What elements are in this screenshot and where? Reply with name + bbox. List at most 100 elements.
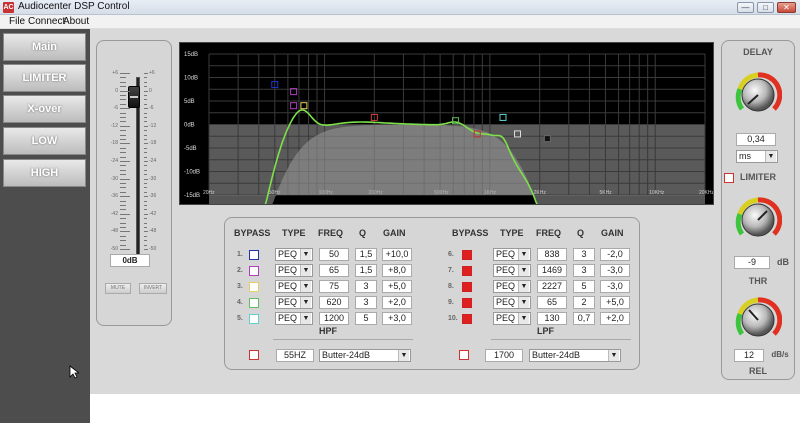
eq-band-gain-field[interactable]: +5,0 xyxy=(382,280,412,293)
eq-band-bypass-checkbox[interactable] xyxy=(249,266,259,276)
delay-value[interactable]: 0,34 xyxy=(736,133,776,146)
eq-band-type-select[interactable]: PEQ xyxy=(275,312,313,325)
menu-connect[interactable]: Connect xyxy=(28,16,65,27)
eq-band-gain-field[interactable]: -3,0 xyxy=(600,264,630,277)
eq-band-type-select[interactable]: PEQ xyxy=(493,264,531,277)
mute-button[interactable]: MUTE xyxy=(105,283,131,294)
release-value[interactable]: 12 xyxy=(734,349,764,362)
eq-response-graph[interactable]: 15dB10dB5dB0dB-5dB-10dB-15dB20Hz50Hz100H… xyxy=(179,42,715,206)
delay-knob[interactable] xyxy=(734,71,782,119)
eq-band-gain-field[interactable]: +2,0 xyxy=(382,296,412,309)
eq-band-bypass-checkbox[interactable] xyxy=(462,314,472,324)
eq-band-bypass-checkbox[interactable] xyxy=(249,298,259,308)
eq-graph-svg: 15dB10dB5dB0dB-5dB-10dB-15dB20Hz50Hz100H… xyxy=(184,52,715,206)
eq-band-freq-field[interactable]: 1200 xyxy=(319,312,349,325)
eq-band-type-select[interactable]: PEQ xyxy=(275,296,313,309)
eq-band-type-select[interactable]: PEQ xyxy=(493,312,531,325)
minimize-button[interactable]: — xyxy=(737,2,754,13)
close-button[interactable]: ✕ xyxy=(777,2,796,13)
maximize-button[interactable]: □ xyxy=(757,2,774,13)
eq-band-freq-field[interactable]: 130 xyxy=(537,312,567,325)
fader-tick xyxy=(144,112,147,114)
eq-band-marker[interactable] xyxy=(300,102,308,110)
eq-band-freq-field[interactable]: 838 xyxy=(537,248,567,261)
eq-band-q-field[interactable]: 3 xyxy=(573,248,595,261)
eq-band-freq-field[interactable]: 1469 xyxy=(537,264,567,277)
eq-band-q-field[interactable]: 1,5 xyxy=(355,264,377,277)
eq-band-freq-field[interactable]: 620 xyxy=(319,296,349,309)
eq-left-filter-type-select[interactable]: Butter-24dB xyxy=(319,349,411,362)
eq-band-gain-field[interactable]: -3,0 xyxy=(600,280,630,293)
eq-band-number: 5. xyxy=(237,315,243,322)
eq-band-type-select[interactable]: PEQ xyxy=(493,296,531,309)
menu-file[interactable]: File xyxy=(9,16,25,27)
limiter-checkbox[interactable] xyxy=(724,173,734,183)
eq-band-gain-field[interactable]: +2,0 xyxy=(600,312,630,325)
fader-tick xyxy=(120,205,126,206)
eq-band-type-select[interactable]: PEQ xyxy=(275,280,313,293)
fader-scale-right-label: -24 xyxy=(149,158,157,164)
eq-band-marker[interactable] xyxy=(499,113,507,121)
menu-about[interactable]: About xyxy=(63,16,89,27)
eq-band-gain-field[interactable]: -2,0 xyxy=(600,248,630,261)
eq-band-bypass-checkbox[interactable] xyxy=(249,282,259,292)
eq-band-bypass-checkbox[interactable] xyxy=(249,314,259,324)
eq-right-filter-freq[interactable]: 1700 xyxy=(485,349,523,362)
fader-scale-left-label: +6 xyxy=(112,70,118,76)
threshold-value[interactable]: -9 xyxy=(734,256,770,269)
nav-xover-button[interactable]: X-over xyxy=(3,95,86,123)
invert-button[interactable]: INVERT xyxy=(139,283,167,294)
audiocenter-app-icon: AC xyxy=(3,2,14,13)
eq-band-q-field[interactable]: 1,5 xyxy=(355,248,377,261)
eq-band-freq-field[interactable]: 50 xyxy=(319,248,349,261)
nav-main-button[interactable]: Main xyxy=(3,33,86,61)
threshold-knob[interactable] xyxy=(734,196,782,244)
eq-band-q-field[interactable]: 0,7 xyxy=(573,312,595,325)
eq-band-freq-field[interactable]: 2227 xyxy=(537,280,567,293)
eq-band-bypass-checkbox[interactable] xyxy=(249,250,259,260)
eq-left-filter-freq[interactable]: 55HZ xyxy=(276,349,314,362)
menu-bar: File Connect About xyxy=(0,15,800,29)
release-knob[interactable] xyxy=(734,296,782,344)
eq-band-q-field[interactable]: 3 xyxy=(355,296,377,309)
fader-tick xyxy=(120,213,130,215)
fader-tick xyxy=(144,147,147,149)
eq-band-bypass-checkbox[interactable] xyxy=(462,298,472,308)
eq-band-q-field[interactable]: 5 xyxy=(573,280,595,293)
eq-band-freq-field[interactable]: 65 xyxy=(319,264,349,277)
eq-band-type-select[interactable]: PEQ xyxy=(493,280,531,293)
fader-tick xyxy=(144,205,147,206)
eq-band-type-select[interactable]: PEQ xyxy=(275,264,313,277)
eq-band-freq-field[interactable]: 65 xyxy=(537,296,567,309)
eq-right-filter-checkbox[interactable] xyxy=(459,350,469,360)
eq-band-marker[interactable] xyxy=(290,102,298,110)
nav-limiter-button[interactable]: LIMITER xyxy=(3,64,86,92)
eq-band-freq-field[interactable]: 75 xyxy=(319,280,349,293)
nav-high-button[interactable]: HIGH xyxy=(3,159,86,187)
eq-band-gain-field[interactable]: +5,0 xyxy=(600,296,630,309)
eq-band-q-field[interactable]: 3 xyxy=(573,264,595,277)
fader-scale-right-label: -6 xyxy=(149,105,154,112)
nav-low-button[interactable]: LOW xyxy=(3,127,86,155)
delay-unit-select[interactable]: ms xyxy=(736,150,778,163)
eq-band-bypass-checkbox[interactable] xyxy=(462,250,472,260)
eq-band-type-select[interactable]: PEQ xyxy=(275,248,313,261)
eq-band-q-field[interactable]: 3 xyxy=(355,280,377,293)
eq-band-q-field[interactable]: 2 xyxy=(573,296,595,309)
eq-band-bypass-checkbox[interactable] xyxy=(462,266,472,276)
eq-right-header: GAIN xyxy=(601,228,624,238)
eq-band-gain-field[interactable]: +8,0 xyxy=(382,264,412,277)
graph-y-label: 5dB xyxy=(184,99,195,105)
nav-sidebar: Main LIMITER X-over LOW HIGH xyxy=(0,29,90,423)
eq-band-type-select[interactable]: PEQ xyxy=(493,248,531,261)
fader-scale-right-label: -50 xyxy=(149,246,157,252)
fader-tick xyxy=(120,244,126,246)
eq-left-filter-checkbox[interactable] xyxy=(249,350,259,360)
eq-band-gain-field[interactable]: +3,0 xyxy=(382,312,412,325)
eq-band-marker[interactable] xyxy=(543,135,551,143)
eq-band-q-field[interactable]: 5 xyxy=(355,312,377,325)
volume-fader-knob[interactable] xyxy=(128,86,140,108)
eq-right-filter-type-select[interactable]: Butter-24dB xyxy=(529,349,621,362)
eq-band-gain-field[interactable]: +10,0 xyxy=(382,248,412,261)
eq-band-bypass-checkbox[interactable] xyxy=(462,282,472,292)
